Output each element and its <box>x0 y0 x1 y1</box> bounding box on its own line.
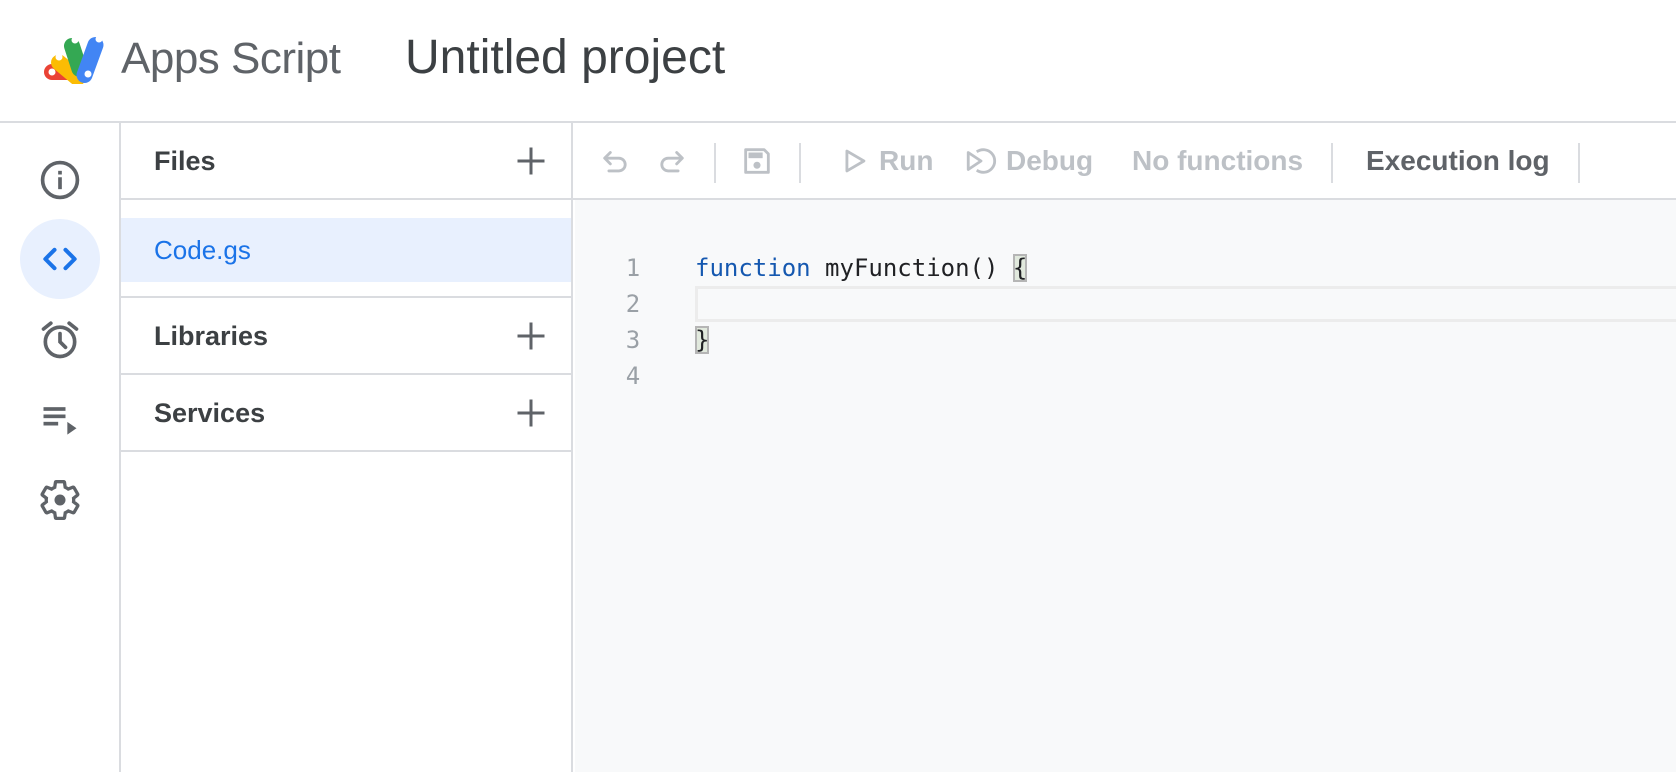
toolbar-divider <box>1331 143 1333 183</box>
undo-button[interactable] <box>597 142 635 180</box>
function-select[interactable]: No functions <box>1132 123 1303 198</box>
debug-button[interactable]: Debug <box>964 123 1093 198</box>
redo-button[interactable] <box>652 142 690 180</box>
app-header: Apps Script Untitled project <box>0 0 1676 123</box>
apps-script-logo-icon[interactable] <box>42 30 110 84</box>
debug-icon <box>966 147 997 174</box>
libraries-title: Libraries <box>154 321 269 351</box>
execution-log-button[interactable]: Execution log <box>1366 123 1550 198</box>
line-number: 4 <box>625 362 641 390</box>
matched-bracket: { <box>1012 254 1028 282</box>
files-panel: Files Code.gs Libraries Services <box>121 123 573 772</box>
run-button[interactable]: Run <box>837 123 933 198</box>
keyword: function <box>695 254 811 282</box>
add-file-button[interactable] <box>511 141 551 181</box>
line-number: 2 <box>625 290 641 318</box>
line-content: } <box>695 322 710 358</box>
services-title: Services <box>154 398 266 428</box>
editor-toolbar: Run Debug No functions Execution log <box>573 123 1676 200</box>
line-content: function myFunction() { <box>695 250 1028 286</box>
rail-item-executions[interactable] <box>20 380 100 460</box>
file-item-code-gs[interactable]: Code.gs <box>121 218 571 282</box>
line-number: 3 <box>625 326 641 354</box>
plus-icon <box>517 322 545 350</box>
save-icon <box>744 148 770 174</box>
line-number: 1 <box>625 254 641 282</box>
rail-item-triggers[interactable] <box>20 300 100 380</box>
code-line: 4 <box>575 358 1676 394</box>
undo-icon <box>603 151 627 173</box>
services-section-header: Services <box>121 375 571 452</box>
save-button[interactable] <box>738 142 776 180</box>
toolbar-divider <box>799 143 801 183</box>
code-line: 1 function myFunction() { <box>575 250 1676 286</box>
plus-icon <box>517 147 545 175</box>
add-service-button[interactable] <box>511 393 551 433</box>
nav-rail <box>0 123 121 772</box>
debug-label: Debug <box>1006 144 1094 176</box>
code-icon <box>43 247 77 271</box>
code-editor[interactable]: 1 function myFunction() { 2 3 } 4 <box>575 200 1676 772</box>
code-line-active: 2 <box>575 286 1676 322</box>
toolbar-divider <box>714 143 716 183</box>
toolbar-divider <box>1578 143 1580 183</box>
cursor-line-highlight <box>695 286 1676 322</box>
matched-bracket: } <box>695 326 710 354</box>
code-line: 3 } <box>575 322 1676 358</box>
play-icon <box>845 149 866 172</box>
playlist-play-icon <box>43 407 77 435</box>
files-title: Files <box>154 146 216 176</box>
rail-item-editor[interactable] <box>20 219 100 299</box>
gear-icon <box>40 480 80 521</box>
libraries-section-header: Libraries <box>121 298 571 375</box>
file-name: Code.gs <box>154 235 251 265</box>
info-icon <box>40 160 80 200</box>
add-library-button[interactable] <box>511 316 551 356</box>
plus-icon <box>517 399 545 427</box>
code-text: myFunction() <box>810 254 1013 282</box>
app-name[interactable]: Apps Script <box>121 33 341 85</box>
rail-item-overview[interactable] <box>20 140 100 220</box>
files-section-header: Files <box>121 123 571 200</box>
alarm-clock-icon <box>41 321 79 359</box>
run-label: Run <box>879 144 934 176</box>
project-title[interactable]: Untitled project <box>405 30 725 86</box>
redo-icon <box>660 151 684 173</box>
rail-item-project-settings[interactable] <box>20 460 100 540</box>
